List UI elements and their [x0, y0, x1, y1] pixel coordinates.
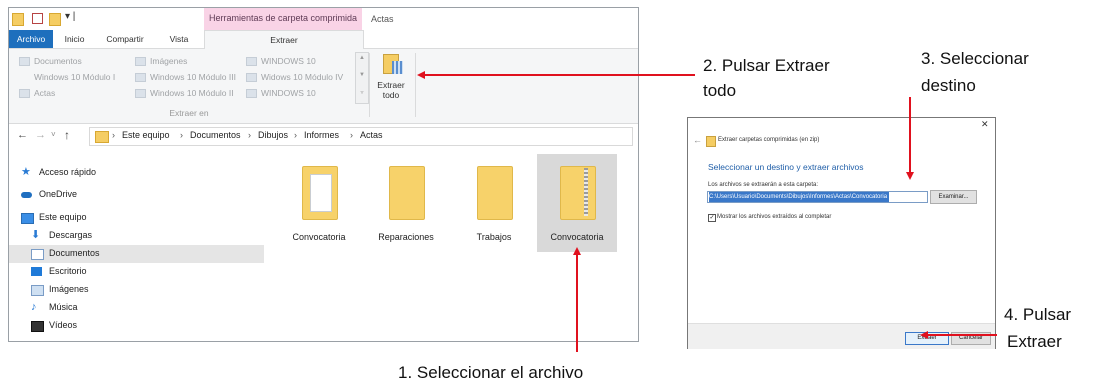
annotation-step4-line1: 4. Pulsar: [1004, 305, 1072, 324]
annotation-step3-line1: 3. Seleccionar: [921, 49, 1029, 68]
annotation-step1: 1. Seleccionar el archivo: [398, 363, 584, 382]
annotation-step2-line2: todo: [703, 81, 737, 100]
annotation-step3-line2: destino: [921, 76, 976, 95]
annotation-step2-line1: 2. Pulsar Extraer: [703, 56, 830, 75]
annotation-step4-line2: Extraer: [1007, 332, 1062, 351]
